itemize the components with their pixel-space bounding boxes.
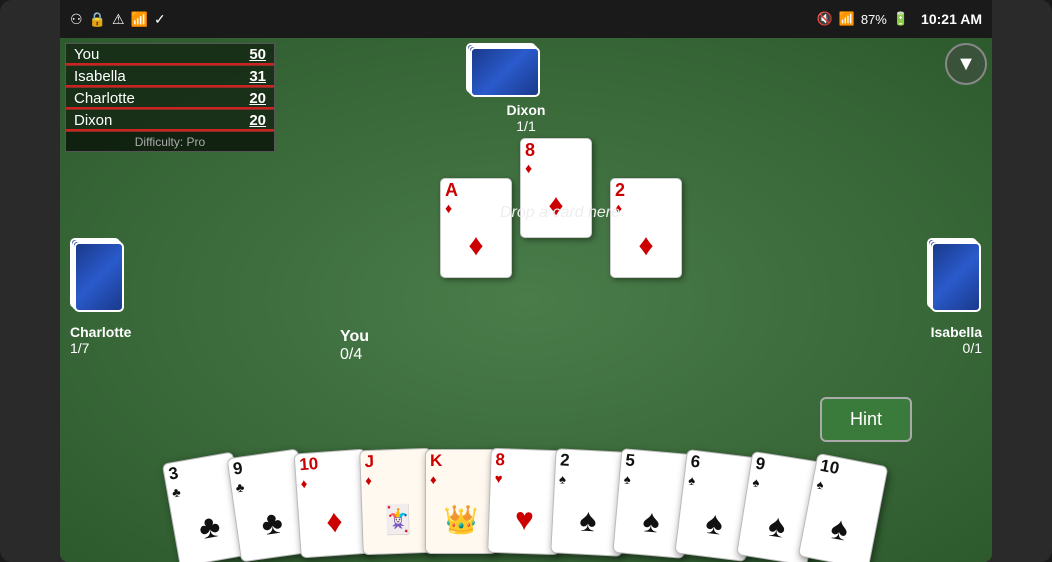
- score-name-isabella: Isabella: [74, 68, 126, 85]
- status-icons-right: 🔇 📶 87% 🔋 10:21 AM: [816, 11, 982, 27]
- score-row-dixon: Dixon 20: [66, 110, 274, 132]
- hand-card-kd[interactable]: K ♦ 👑: [425, 449, 497, 554]
- player-you-area: You 0/4: [340, 328, 369, 364]
- score-val-you: 50: [249, 46, 266, 63]
- card-8d-value: 8: [521, 139, 591, 161]
- wifi-icon: 📶: [131, 11, 148, 28]
- lock-icon: 🔒: [89, 11, 106, 28]
- player-top-tricks: 1/1: [466, 118, 586, 134]
- mute-icon: 🔇: [816, 11, 832, 27]
- score-name-charlotte: Charlotte: [74, 90, 135, 107]
- score-row-isabella: Isabella 31: [66, 66, 274, 88]
- player-right-tricks: 0/1: [927, 340, 982, 356]
- drop-hint-text: Drop a card here: [500, 204, 620, 222]
- dropdown-button[interactable]: ▼: [945, 43, 987, 85]
- player-left-name: Charlotte: [70, 324, 131, 340]
- battery-percent: 87%: [861, 12, 887, 27]
- game-area: You 50 Isabella 31 Charlotte 20 Dixon 20…: [60, 38, 992, 562]
- player-top-name: Dixon: [466, 102, 586, 118]
- status-icons-left: ⚇ 🔒 ⚠ 📶 ✓: [70, 11, 166, 28]
- phone-frame: ⚇ 🔒 ⚠ 📶 ✓ 🔇 📶 87% 🔋 10:21 AM You 50 Isab…: [0, 0, 1052, 562]
- score-val-dixon: 20: [249, 112, 266, 129]
- signal-icon: 📶: [839, 11, 855, 27]
- player-right-name: Isabella: [927, 324, 982, 340]
- player-right-area: Isabella 0/1: [927, 238, 982, 356]
- card-8d-suit: ♦: [521, 161, 591, 175]
- hand-area: 3 ♣ ♣ 9 ♣ ♣ 10 ♦ ♦ J ♦ 🃏: [115, 444, 935, 554]
- scoreboard: You 50 Isabella 31 Charlotte 20 Dixon 20…: [65, 43, 275, 152]
- status-time: 10:21 AM: [921, 11, 982, 27]
- difficulty-label: Difficulty: Pro: [66, 132, 274, 151]
- score-name-you: You: [74, 46, 99, 63]
- hint-button[interactable]: Hint: [820, 397, 912, 442]
- score-row-you: You 50: [66, 44, 274, 66]
- status-bar: ⚇ 🔒 ⚠ 📶 ✓ 🔇 📶 87% 🔋 10:21 AM: [60, 0, 992, 38]
- player-left-area: Charlotte 1/7: [70, 238, 131, 356]
- score-val-isabella: 31: [249, 68, 266, 85]
- player-you-name: You: [340, 328, 369, 346]
- score-val-charlotte: 20: [249, 90, 266, 107]
- score-name-dixon: Dixon: [74, 112, 112, 129]
- warning-icon: ⚠: [112, 11, 125, 28]
- battery-icon: 🔋: [893, 11, 909, 27]
- player-left-tricks: 1/7: [70, 340, 131, 356]
- score-row-charlotte: Charlotte 20: [66, 88, 274, 110]
- check-icon: ✓: [154, 11, 166, 28]
- drop-zone[interactable]: Drop a card here: [480, 193, 640, 233]
- usb-icon: ⚇: [70, 11, 83, 28]
- hand-card-jd[interactable]: J ♦ 🃏: [359, 448, 435, 555]
- player-you-tricks: 0/4: [340, 346, 369, 364]
- player-top-area: Dixon 1/1: [466, 43, 586, 134]
